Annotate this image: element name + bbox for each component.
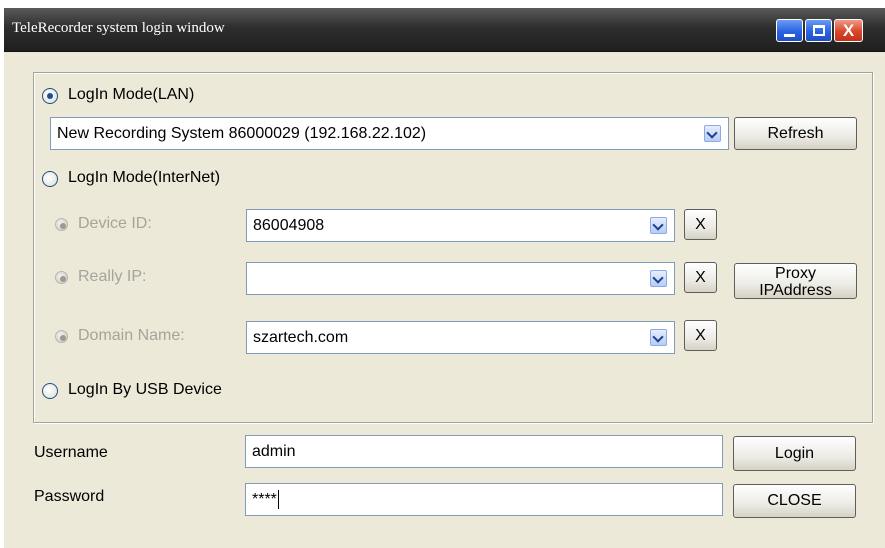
domain-name-value: szartech.com <box>253 329 349 346</box>
domain-name-label: Domain Name: <box>78 327 185 344</box>
usb-mode-label[interactable]: LogIn By USB Device <box>68 381 222 399</box>
clear-icon: X <box>695 327 706 344</box>
close-button[interactable]: CLOSE <box>733 484 856 518</box>
really-ip-select[interactable] <box>246 262 675 295</box>
minimize-button[interactable] <box>776 19 803 42</box>
proxy-button-line1: Proxy <box>775 265 816 282</box>
proxy-button-line2: IPAddress <box>759 282 832 299</box>
password-input[interactable]: **** <box>245 483 723 516</box>
refresh-button-label: Refresh <box>767 125 824 142</box>
clear-icon: X <box>695 216 706 233</box>
domain-name-select[interactable]: szartech.com <box>246 321 675 354</box>
maximize-button[interactable] <box>805 19 832 42</box>
title-bar[interactable]: TeleRecorder system login window X <box>4 8 885 52</box>
refresh-button[interactable]: Refresh <box>734 117 857 150</box>
username-value: admin <box>252 443 296 460</box>
login-button[interactable]: Login <box>733 436 856 471</box>
really-ip-label: Really IP: <box>78 268 147 285</box>
username-label: Username <box>34 444 108 461</box>
lan-device-select[interactable]: New Recording System 86000029 (192.168.2… <box>50 117 729 150</box>
lan-device-value: New Recording System 86000029 (192.168.2… <box>57 125 427 142</box>
chevron-down-icon[interactable] <box>650 329 667 346</box>
internet-mode-radio[interactable] <box>42 171 58 187</box>
usb-mode-radio[interactable] <box>42 383 58 399</box>
password-value: **** <box>252 491 277 508</box>
window-title: TeleRecorder system login window <box>12 20 225 36</box>
clear-really-ip-button[interactable]: X <box>684 262 717 293</box>
lan-mode-label[interactable]: LogIn Mode(LAN) <box>68 86 194 104</box>
device-id-radio[interactable] <box>55 218 68 231</box>
device-id-value: 86004908 <box>253 217 325 234</box>
chevron-down-icon[interactable] <box>650 217 667 234</box>
password-label: Password <box>34 488 105 505</box>
minimize-icon <box>784 34 795 37</box>
domain-name-radio[interactable] <box>55 330 68 343</box>
device-id-label: Device ID: <box>78 215 152 232</box>
login-mode-group: LogIn Mode(LAN) New Recording System 860… <box>33 72 873 423</box>
maximize-icon <box>813 25 825 36</box>
clear-icon: X <box>695 269 706 286</box>
close-button-label: CLOSE <box>767 492 822 509</box>
login-window: TeleRecorder system login window X LogIn… <box>4 8 885 548</box>
clear-domain-name-button[interactable]: X <box>684 320 717 351</box>
clear-device-id-button[interactable]: X <box>684 209 717 240</box>
chevron-down-icon[interactable] <box>650 270 667 287</box>
username-input[interactable]: admin <box>245 435 723 468</box>
proxy-ipaddress-button[interactable]: Proxy IPAddress <box>734 263 857 299</box>
close-icon: X <box>842 21 855 40</box>
close-window-button[interactable]: X <box>834 19 863 42</box>
device-id-select[interactable]: 86004908 <box>246 209 675 242</box>
radio-selected-dot <box>47 93 53 99</box>
really-ip-radio[interactable] <box>55 271 68 284</box>
text-caret <box>277 490 279 510</box>
lan-mode-radio[interactable] <box>42 88 58 104</box>
chevron-down-icon[interactable] <box>704 125 721 142</box>
internet-mode-label[interactable]: LogIn Mode(InterNet) <box>68 169 220 187</box>
login-button-label: Login <box>774 445 815 462</box>
